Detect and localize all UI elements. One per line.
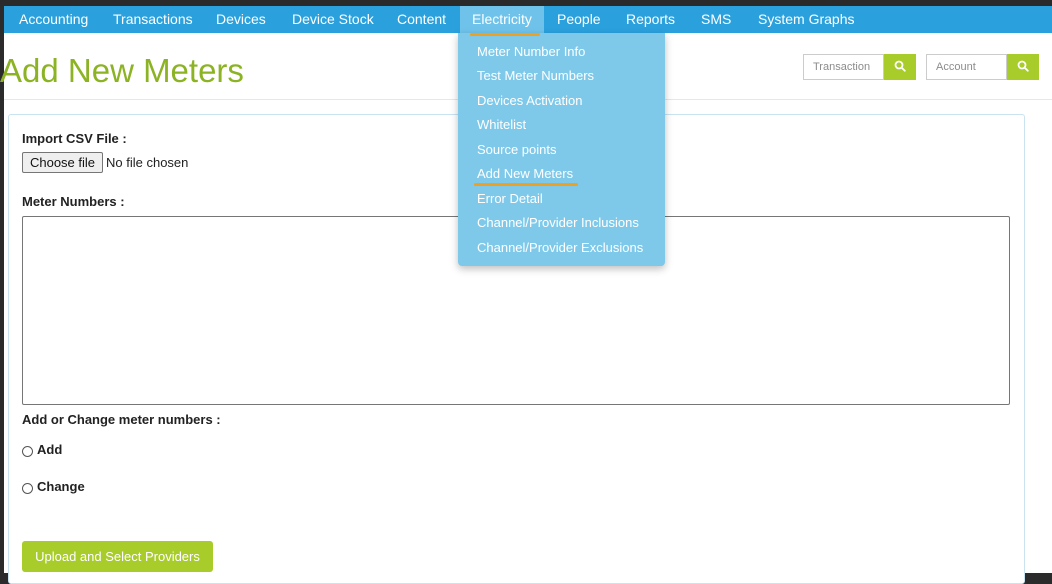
nav-item-accounting[interactable]: Accounting [19, 6, 88, 33]
nav-item-sms[interactable]: SMS [701, 6, 731, 33]
menu-item-meter-number-info[interactable]: Meter Number Info [477, 44, 585, 59]
menu-item-error-detail[interactable]: Error Detail [477, 191, 543, 206]
transaction-search-input[interactable]: Transaction [803, 54, 884, 80]
change-radio-label[interactable]: Change [37, 479, 85, 494]
menu-item-add-new-meters[interactable]: Add New Meters [477, 166, 573, 181]
menu-item-devices-activation[interactable]: Devices Activation [477, 93, 583, 108]
transaction-search-button[interactable] [884, 54, 916, 80]
add-radio[interactable] [22, 446, 33, 457]
change-radio[interactable] [22, 483, 33, 494]
menu-item-test-meter-numbers[interactable]: Test Meter Numbers [477, 68, 594, 83]
search-icon [1017, 60, 1029, 72]
mode-label: Add or Change meter numbers : [22, 412, 221, 427]
nav-item-transactions[interactable]: Transactions [113, 6, 193, 33]
menu-item-channel-provider-inclusions[interactable]: Channel/Provider Inclusions [477, 215, 639, 230]
search-icon [894, 60, 906, 72]
file-status-text: No file chosen [106, 155, 189, 170]
electricity-highlight-underline [470, 33, 540, 36]
electricity-dropdown-menu: Meter Number Info Test Meter Numbers Dev… [458, 33, 665, 266]
nav-item-content[interactable]: Content [397, 6, 446, 33]
menu-item-source-points[interactable]: Source points [477, 142, 557, 157]
nav-item-reports[interactable]: Reports [626, 6, 675, 33]
nav-item-device-stock[interactable]: Device Stock [292, 6, 374, 33]
main-navbar: Accounting Transactions Devices Device S… [4, 6, 1052, 33]
upload-select-providers-button[interactable]: Upload and Select Providers [22, 541, 213, 572]
choose-file-button[interactable]: Choose file [22, 152, 103, 173]
menu-item-channel-provider-exclusions[interactable]: Channel/Provider Exclusions [477, 240, 643, 255]
menu-item-whitelist[interactable]: Whitelist [477, 117, 526, 132]
add-radio-label[interactable]: Add [37, 442, 62, 457]
meter-numbers-label: Meter Numbers : [22, 194, 125, 209]
import-csv-label: Import CSV File : [22, 131, 127, 146]
nav-item-electricity[interactable]: Electricity [460, 6, 544, 33]
nav-item-system-graphs[interactable]: System Graphs [758, 6, 854, 33]
add-new-meters-highlight-underline [474, 183, 578, 186]
page-title: Add New Meters [0, 52, 244, 89]
account-search-button[interactable] [1007, 54, 1039, 80]
account-search-input[interactable]: Account [926, 54, 1007, 80]
nav-item-devices[interactable]: Devices [216, 6, 266, 33]
nav-item-people[interactable]: People [557, 6, 601, 33]
